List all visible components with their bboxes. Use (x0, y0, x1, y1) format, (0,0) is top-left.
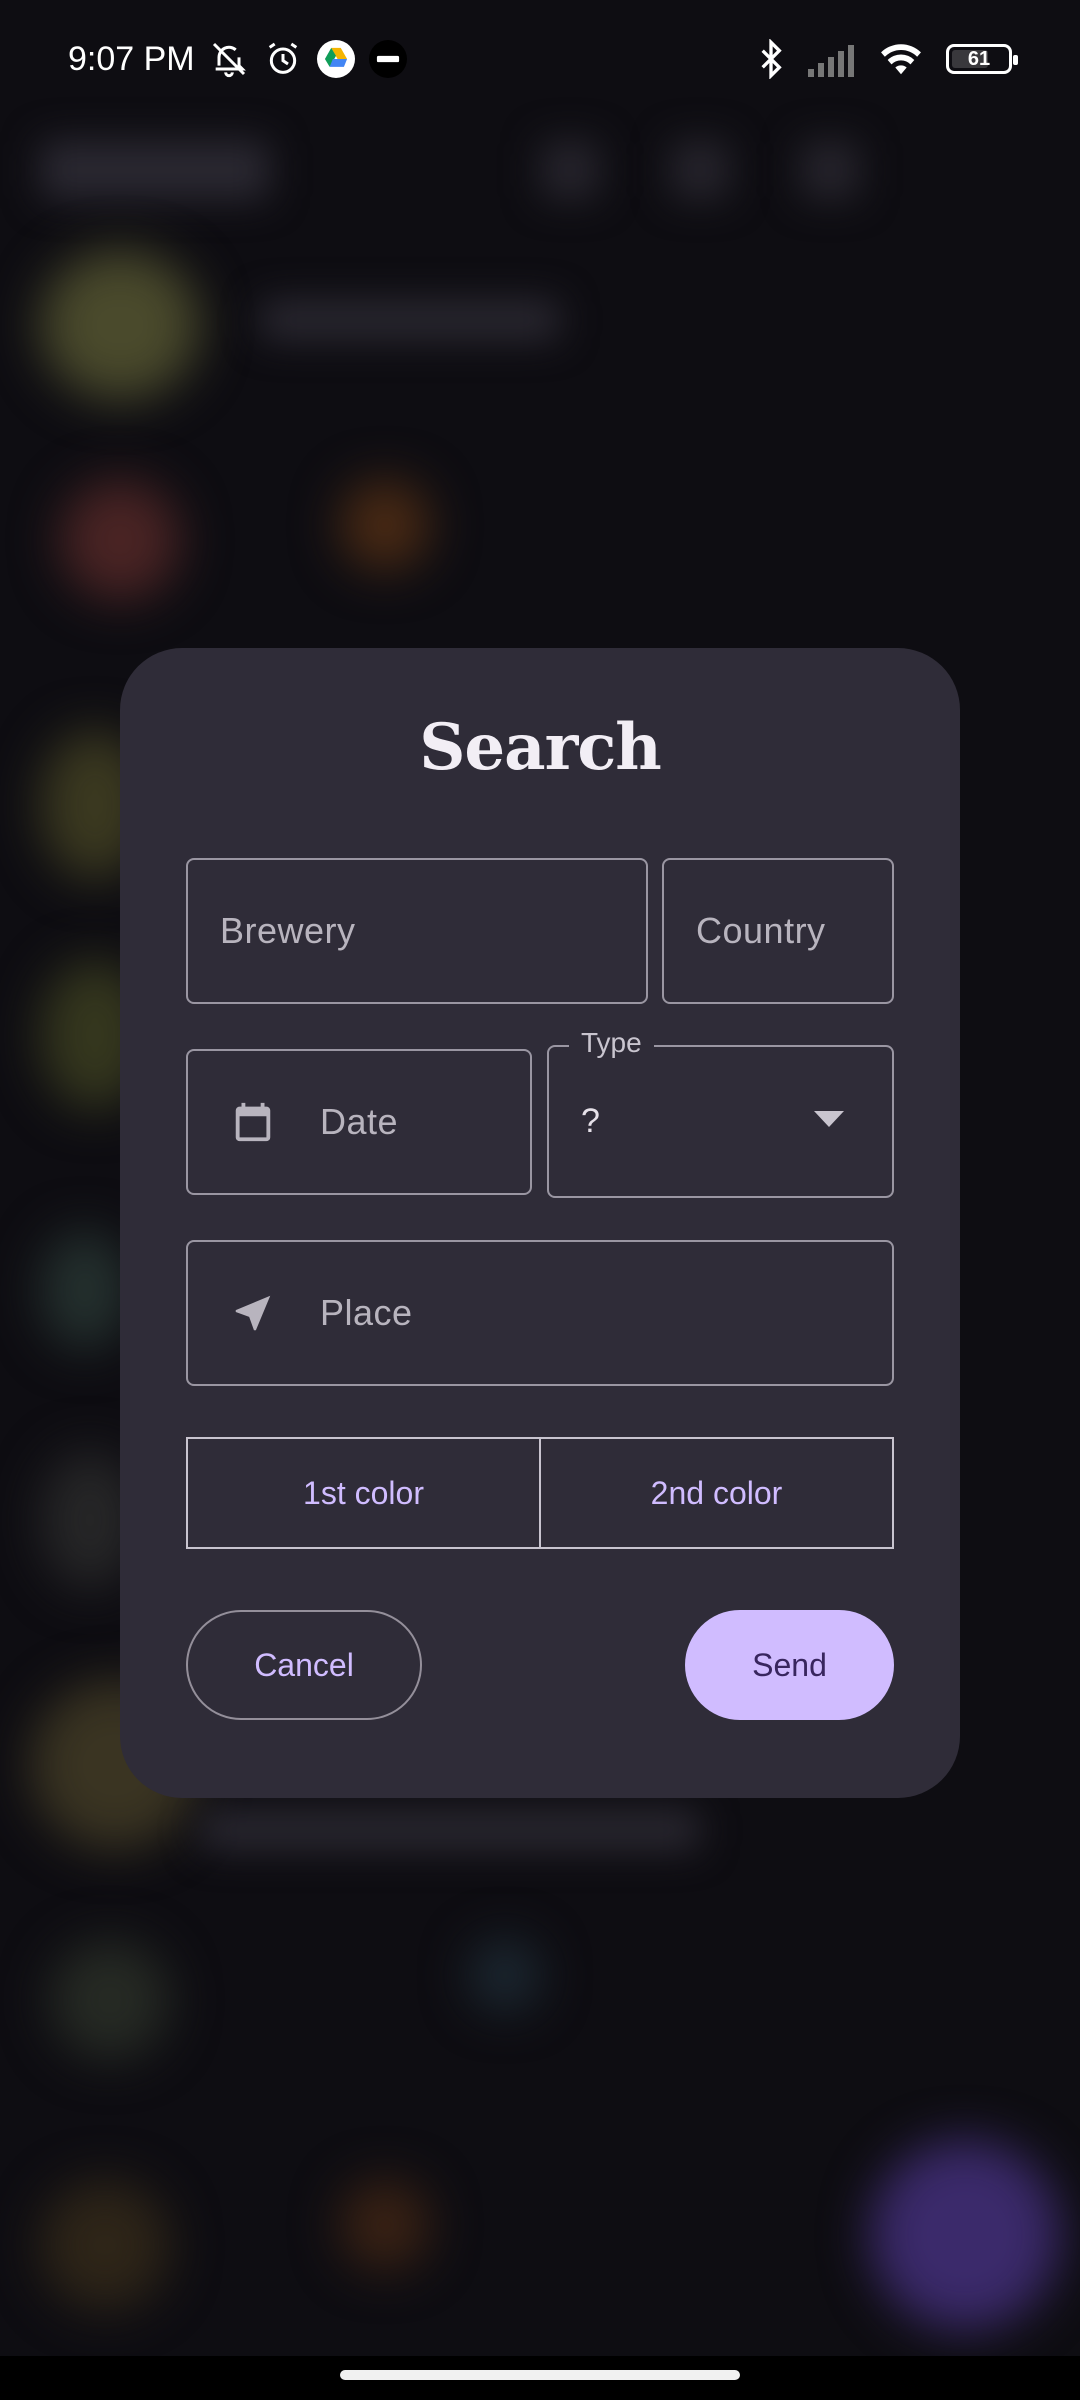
status-bar: 9:07 PM 61 (0, 0, 1080, 118)
send-button[interactable]: Send (685, 1610, 894, 1720)
battery-icon: 61 (946, 44, 1018, 74)
dropdown-arrow-icon (814, 1111, 844, 1127)
date-field[interactable]: Date (186, 1049, 532, 1195)
signal-icon (808, 41, 856, 77)
cancel-button[interactable]: Cancel (186, 1610, 422, 1720)
home-indicator[interactable] (340, 2370, 740, 2380)
type-value: ? (581, 1102, 600, 1140)
wifi-icon (878, 40, 924, 78)
color-button-group: 1st color 2nd color (186, 1437, 894, 1549)
place-field[interactable]: Place (186, 1240, 894, 1386)
bell-off-icon (209, 39, 249, 79)
type-label: Type (569, 1027, 654, 1059)
country-placeholder: Country (696, 910, 826, 951)
place-placeholder: Place (320, 1292, 413, 1333)
brewery-placeholder: Brewery (220, 910, 356, 951)
bluetooth-icon (756, 39, 786, 79)
alarm-icon (263, 39, 303, 79)
drive-icon (316, 40, 355, 78)
first-color-button[interactable]: 1st color (188, 1439, 539, 1547)
dialog-title: Search (419, 710, 662, 785)
type-dropdown[interactable]: Type ? (547, 1027, 894, 1198)
calendar-icon (230, 1099, 276, 1145)
second-color-button[interactable]: 2nd color (539, 1439, 892, 1547)
battery-level: 61 (967, 47, 991, 70)
status-time: 9:07 PM (68, 39, 195, 78)
bereal-icon (368, 40, 407, 78)
navigation-arrow-icon (230, 1290, 276, 1336)
country-field[interactable]: Country (662, 858, 894, 1004)
brewery-field[interactable]: Brewery (186, 858, 648, 1004)
date-placeholder: Date (320, 1101, 399, 1142)
search-dialog: Search Brewery Country Date Type ? Place… (120, 648, 960, 1798)
